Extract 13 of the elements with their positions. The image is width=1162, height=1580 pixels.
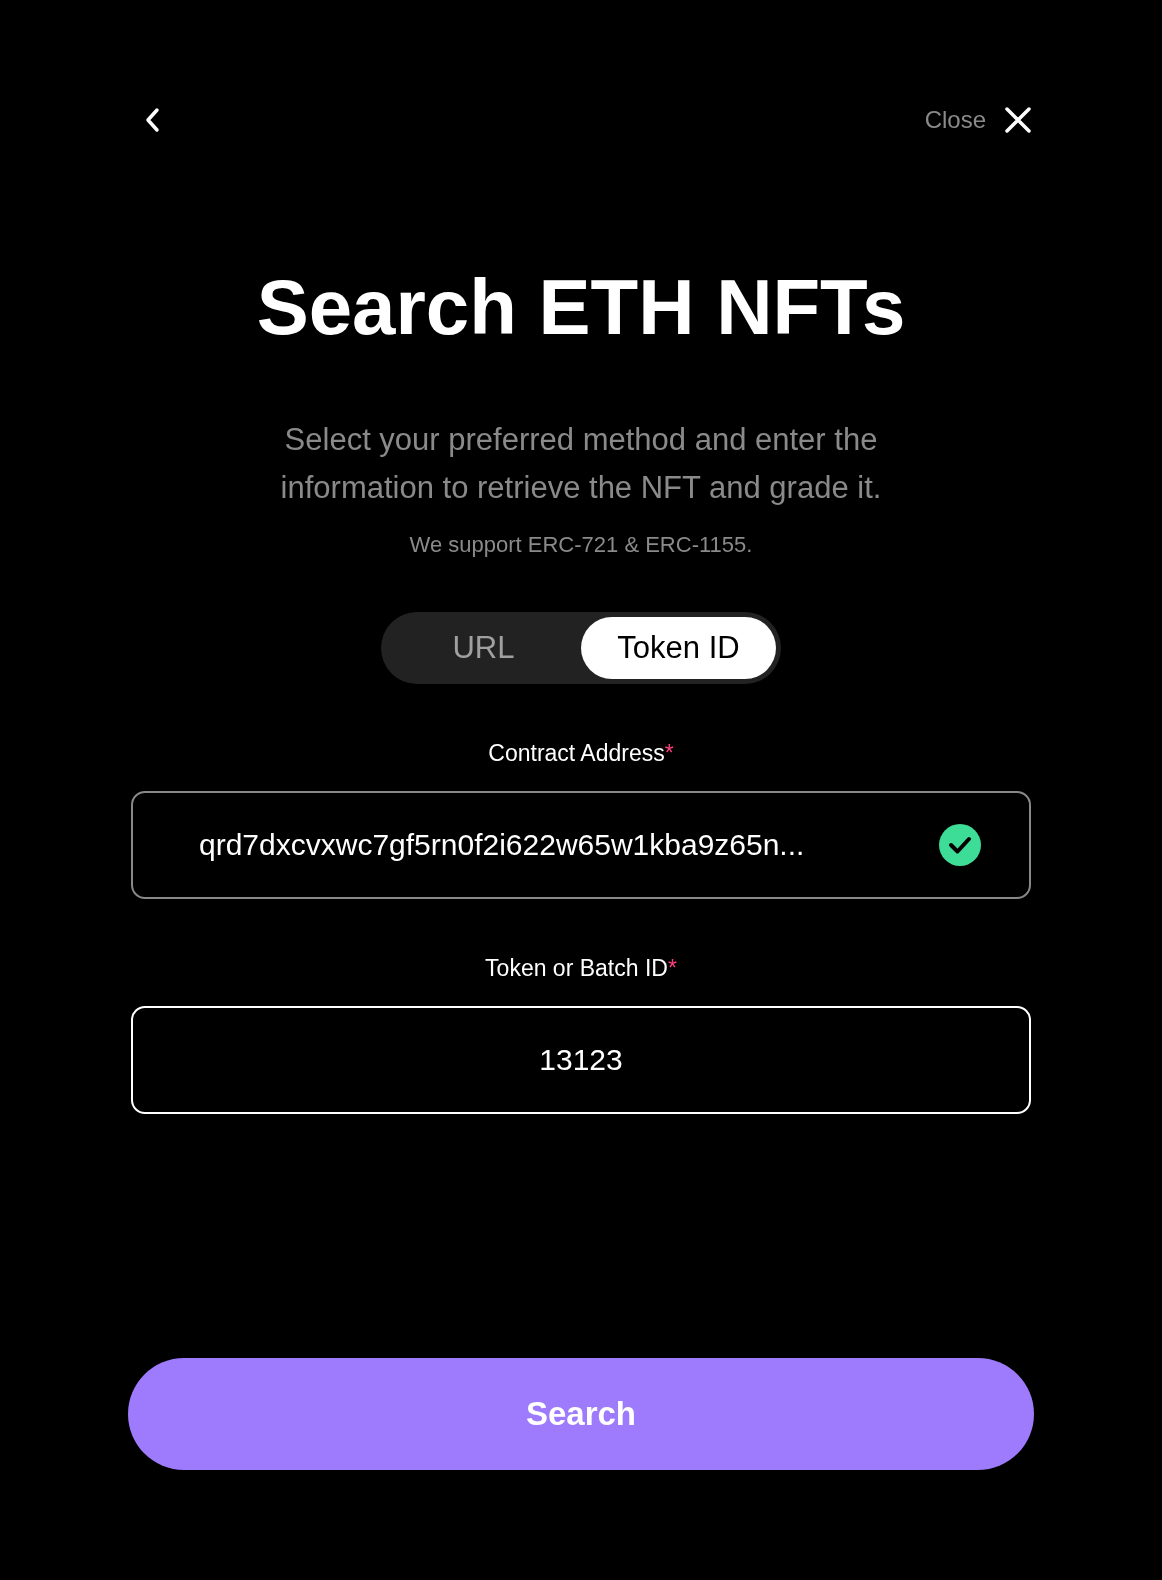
check-icon [939,824,981,866]
close-button[interactable]: Close [924,106,1032,134]
support-note: We support ERC-721 & ERC-1155. [409,532,753,558]
field-label: Contract Address* [488,740,674,767]
input-field[interactable]: qrd7dxcvxwc7gf5rn0f2i622w65w1kba9z65n... [131,791,1031,899]
page-title: Search ETH NFTs [256,268,906,346]
subtitle: Select your preferred method and enter the information to retrieve the NFT and grade it. [279,421,883,507]
chevron-left-icon [144,107,160,133]
method-tab[interactable]: URL [386,617,581,679]
input-field[interactable]: 13123 [131,1006,1031,1114]
close-icon [1004,106,1032,134]
method-tab[interactable]: Token ID [581,617,776,679]
field-label: Token or Batch ID* [485,955,677,982]
